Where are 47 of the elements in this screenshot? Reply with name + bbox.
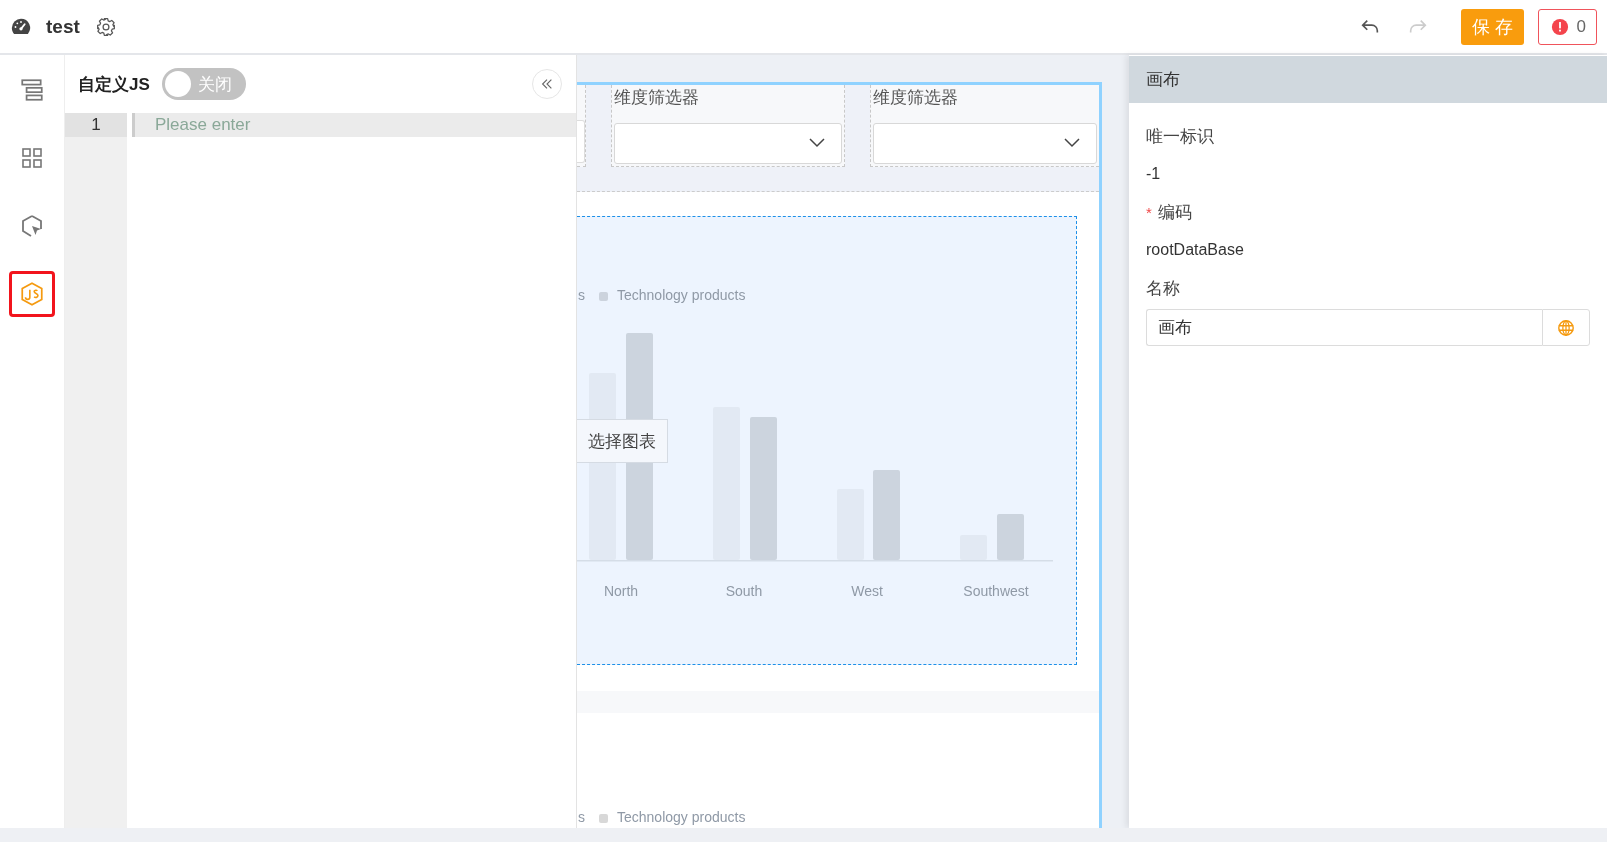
legend-label: s xyxy=(578,287,585,303)
field-value: rootDataBase xyxy=(1146,240,1245,260)
bar xyxy=(960,535,987,560)
name-input[interactable]: 画布 xyxy=(1146,309,1542,346)
bar xyxy=(997,514,1024,560)
axis-label: North xyxy=(603,583,639,599)
chevron-down-icon xyxy=(808,138,825,149)
legend-label: Technology products xyxy=(617,809,746,825)
stacked-bars-icon xyxy=(19,77,45,103)
panel-title: 自定义JS xyxy=(78,73,150,96)
sidebar-item[interactable] xyxy=(9,271,55,317)
language-button[interactable] xyxy=(1542,309,1590,346)
bar xyxy=(837,489,864,560)
field-value: -1 xyxy=(1146,164,1162,184)
legend-swatch xyxy=(599,814,608,823)
grid-icon xyxy=(20,146,44,170)
globe-icon xyxy=(1557,318,1575,337)
field-label: 名称 xyxy=(1146,277,1180,300)
error-count-button[interactable]: 0 xyxy=(1537,8,1597,45)
filter-label: 维度筛选器 xyxy=(614,87,700,109)
select-field[interactable] xyxy=(614,122,842,164)
hexagon-cursor-icon xyxy=(20,214,44,238)
double-chevron-icon xyxy=(540,77,554,91)
settings-icon[interactable] xyxy=(95,16,116,37)
axis-label: West xyxy=(851,583,883,599)
panel-title: 画布 xyxy=(1146,69,1180,91)
required-mark: * xyxy=(1146,203,1152,221)
select-field[interactable] xyxy=(872,122,1097,164)
axis-label: South xyxy=(725,583,763,599)
chart-card[interactable]: s Technology products North South West Southwest 选择图表 xyxy=(577,216,1077,665)
select-field[interactable] xyxy=(577,120,585,163)
field-label: 编码 xyxy=(1157,201,1192,224)
legend-swatch xyxy=(599,292,608,301)
axis-label: Southwest xyxy=(963,583,1029,599)
filter-label: 维度筛选器 xyxy=(872,87,959,109)
legend-label: Technology products xyxy=(617,287,746,303)
project-title: test xyxy=(46,15,80,38)
placeholder-text: Please enter xyxy=(155,115,251,134)
line-number: 1 xyxy=(65,113,127,137)
legend-label: s xyxy=(578,809,585,825)
script-hexagon-icon xyxy=(19,281,45,307)
chevron-down-icon xyxy=(1064,138,1080,149)
select-chart-button[interactable]: 选择图表 xyxy=(577,419,668,463)
collapse-button[interactable] xyxy=(532,69,562,99)
field-label: 唯一标识 xyxy=(1146,125,1214,148)
error-icon xyxy=(1550,17,1569,36)
code-editor[interactable]: 1 Please enter xyxy=(65,113,576,828)
